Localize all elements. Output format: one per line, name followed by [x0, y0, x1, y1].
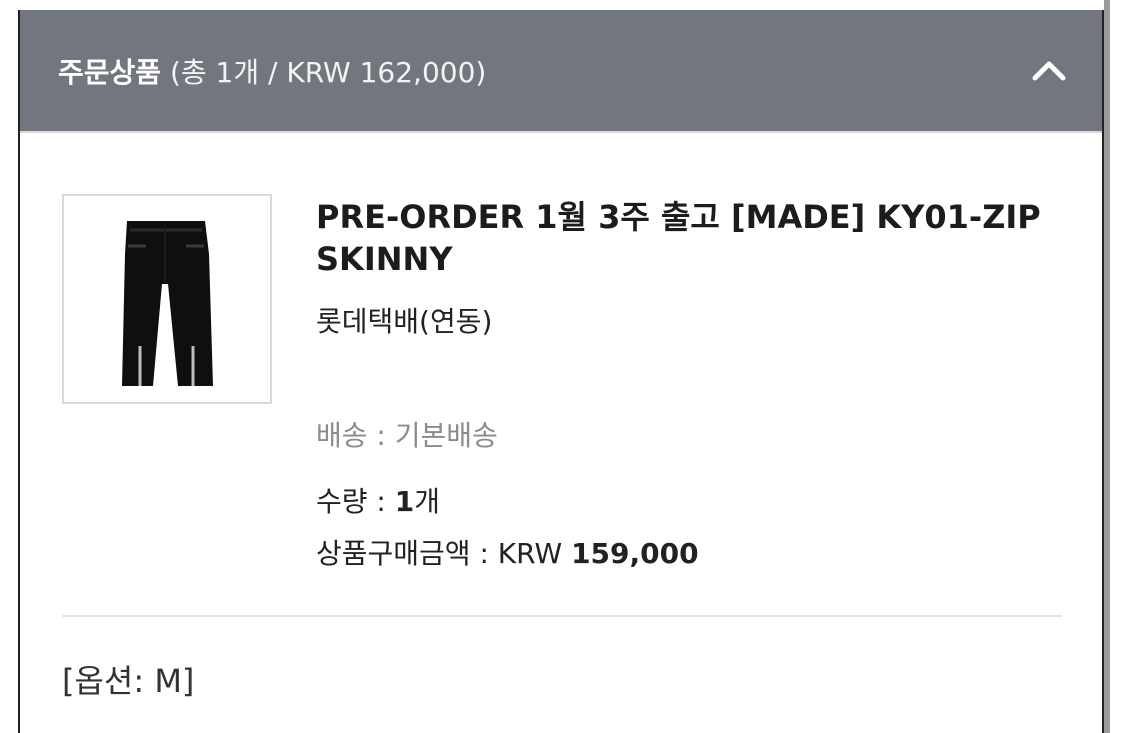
- jeans-product-image: [64, 196, 270, 402]
- order-items-header[interactable]: 주문상품 (총 1개 / KRW 162,000): [20, 10, 1102, 133]
- price-separator: :: [470, 537, 498, 570]
- option-text: [옵션: M]: [62, 662, 195, 700]
- order-items-title: 주문상품 (총 1개 / KRW 162,000): [58, 51, 486, 91]
- price-currency: KRW: [497, 537, 563, 570]
- price-line: 상품구매금액 : KRW 159,000: [316, 532, 699, 572]
- page-frame: 주문상품 (총 1개 / KRW 162,000) PRE-ORDER 1월 3…: [0, 0, 1125, 733]
- right-rail-inner: [1110, 0, 1125, 733]
- chevron-up-icon[interactable]: [1032, 56, 1066, 82]
- delivery-label: 배송: [316, 419, 368, 452]
- product-name[interactable]: PRE-ORDER 1월 3주 출고 [MADE] KY01-ZIP SKINN…: [316, 196, 1056, 280]
- item-divider: [62, 615, 1062, 617]
- quantity-unit: 개: [414, 485, 441, 518]
- quantity-separator: :: [367, 485, 395, 518]
- quantity-label: 수량: [316, 485, 368, 518]
- quantity-line: 수량 : 1개: [316, 480, 440, 520]
- shipping-company: 롯데택배(연동): [316, 305, 493, 338]
- delivery-method: 배송 : 기본배송: [316, 414, 498, 454]
- top-gap: [18, 0, 1105, 10]
- price-value: 159,000: [571, 537, 699, 570]
- order-items-panel: 주문상품 (총 1개 / KRW 162,000) PRE-ORDER 1월 3…: [18, 10, 1104, 733]
- delivery-value: 기본배송: [394, 419, 498, 452]
- quantity-value: 1: [394, 485, 415, 518]
- delivery-separator: :: [367, 419, 395, 452]
- product-thumbnail[interactable]: [62, 194, 272, 404]
- price-label: 상품구매금액: [316, 537, 471, 570]
- order-items-summary: (총 1개 / KRW 162,000): [169, 56, 487, 89]
- order-items-title-label: 주문상품: [58, 56, 162, 89]
